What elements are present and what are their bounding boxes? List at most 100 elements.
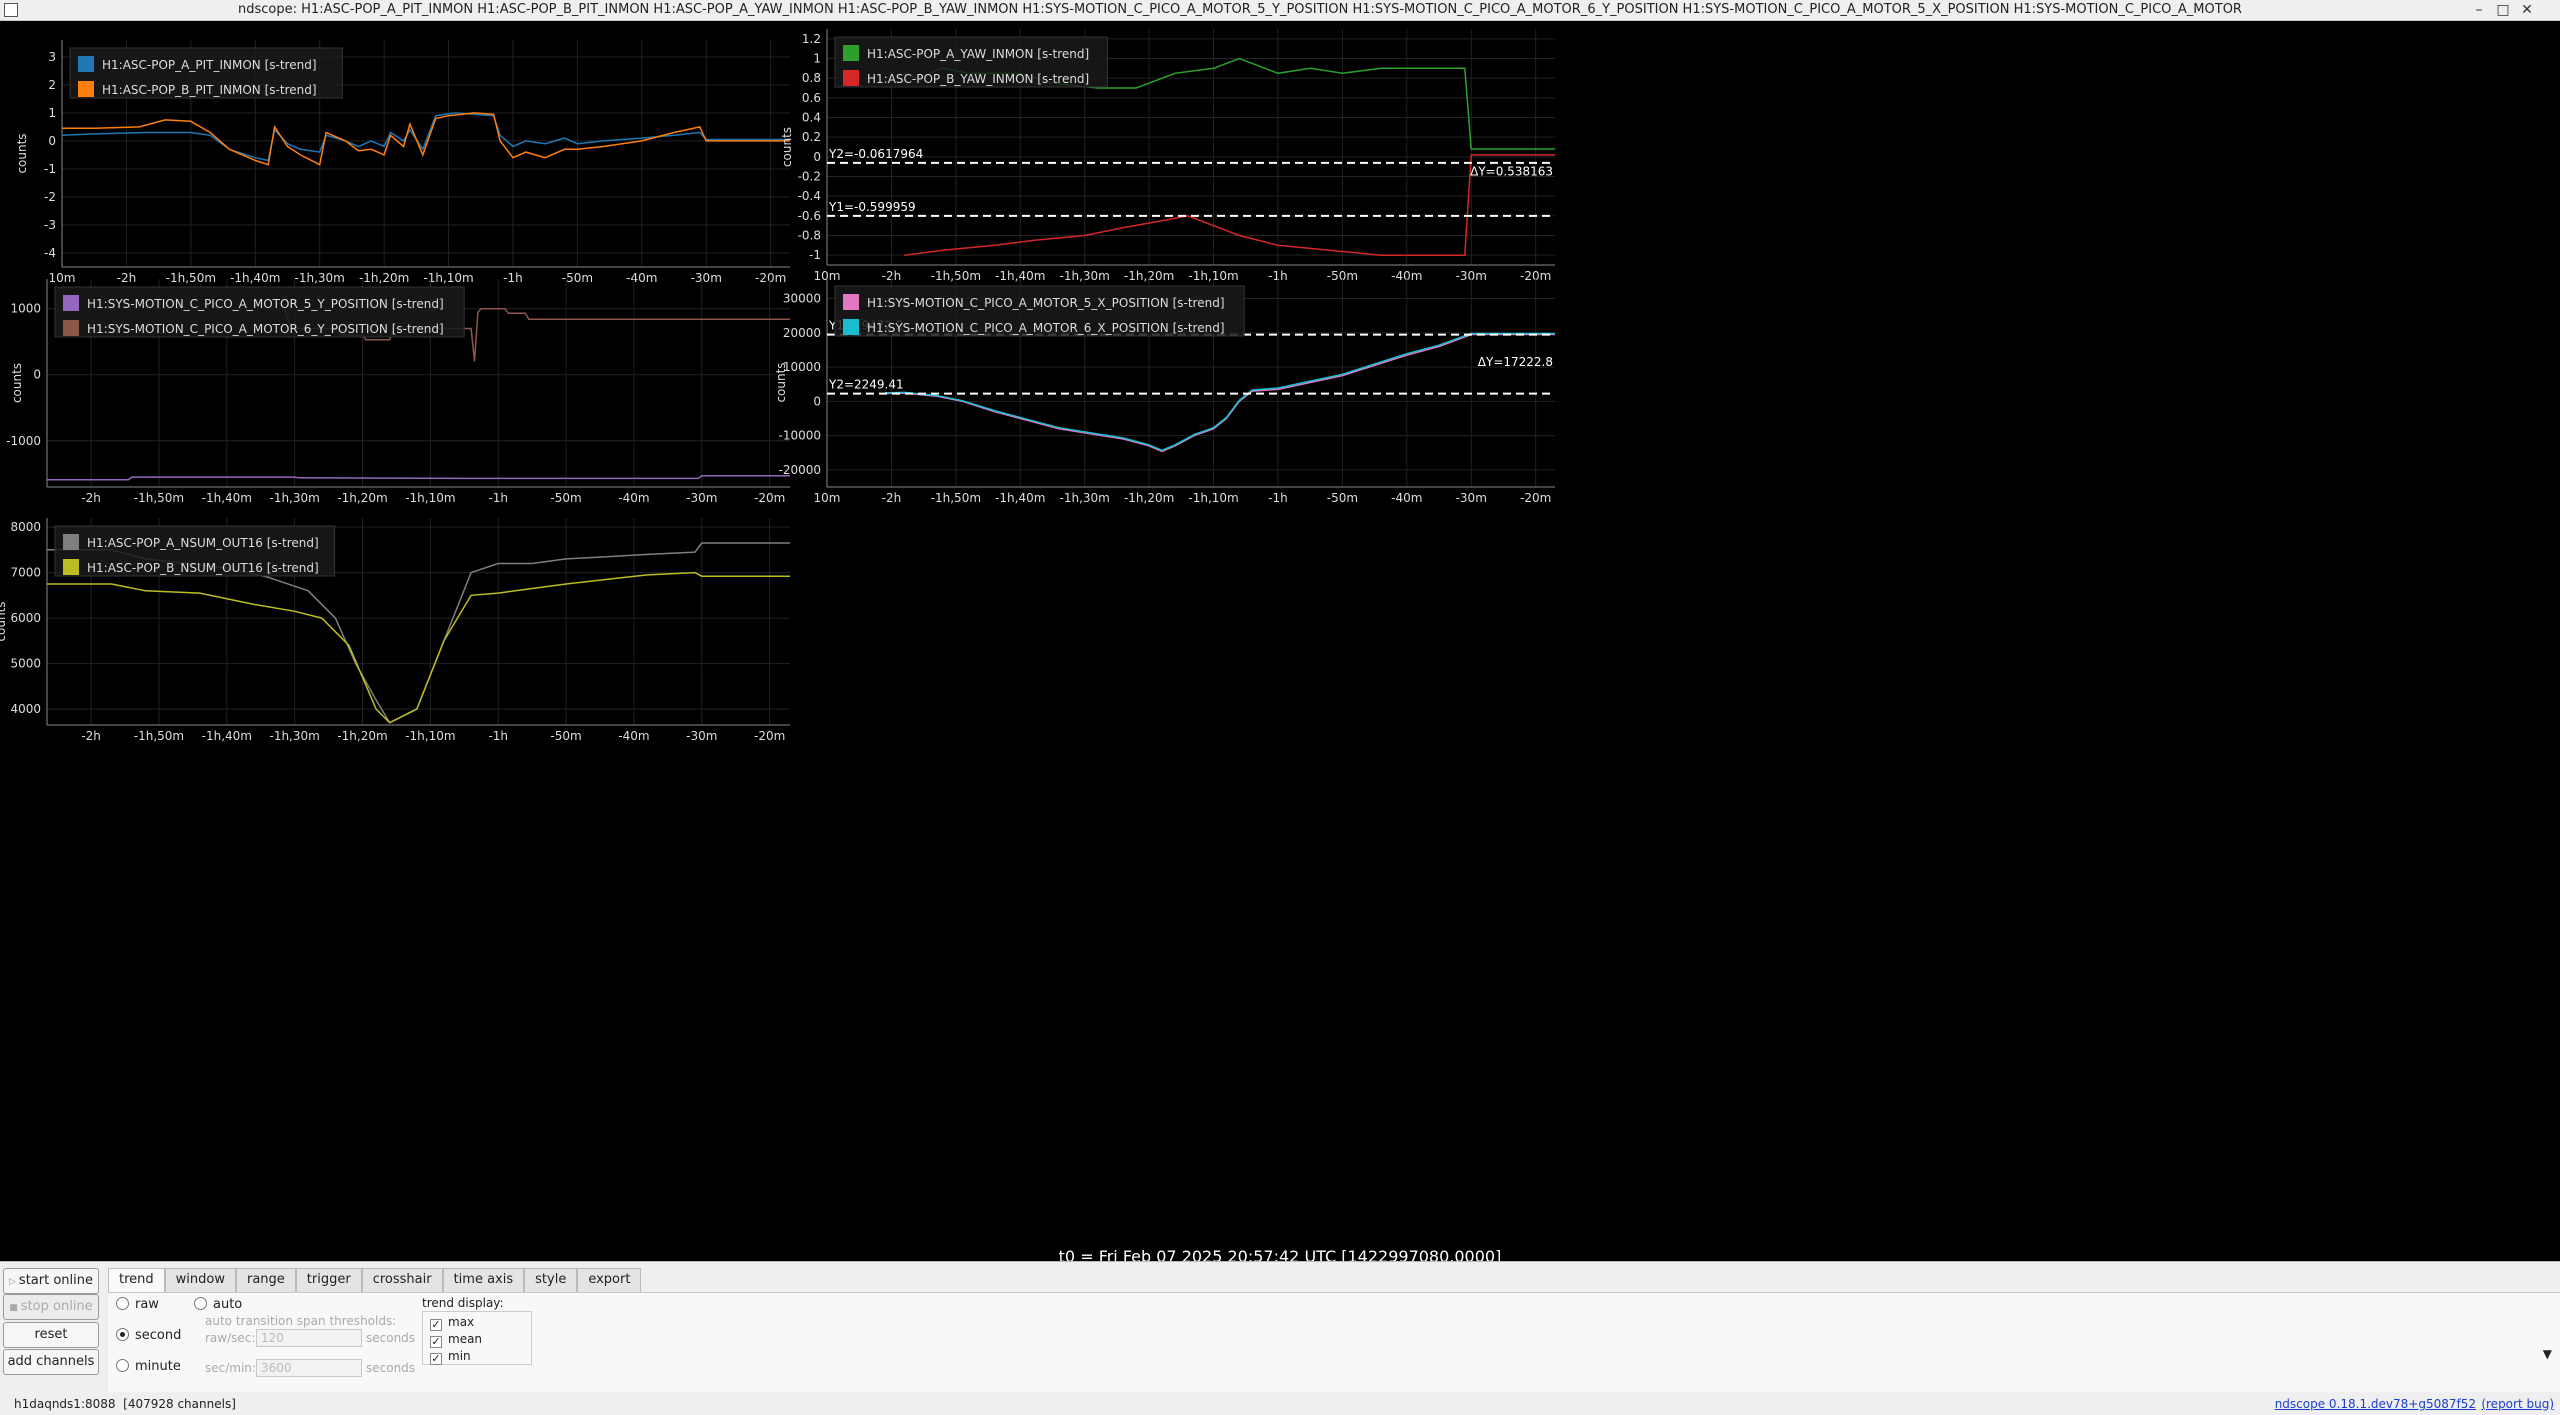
y-axis-label: counts	[780, 127, 794, 167]
plot-4: 30000 20000 10000 0 -10000 -20000 10m -2h -1h,50…	[774, 278, 1555, 505]
y-tick-label: -1000	[6, 434, 41, 448]
version-link[interactable]: ndscope 0.18.1.dev78+g5087f52	[2275, 1397, 2476, 1411]
x-tick-label: -40m	[618, 491, 649, 505]
y-tick-label: -0.8	[798, 229, 821, 243]
legend: H1:SYS-MOTION_C_PICO_A_MOTOR_5_Y_POSITIO…	[54, 286, 465, 338]
legend-swatch	[63, 559, 79, 575]
sec-min-label: sec/min:	[205, 1361, 256, 1375]
legend-entry: H1:ASC-POP_A_YAW_INMON [s-trend]	[867, 47, 1089, 61]
raw-sec-input[interactable]: 120	[256, 1329, 362, 1347]
x-tick-label: -30m	[686, 491, 717, 505]
y-tick-label: 2	[48, 78, 56, 92]
y-tick-label: -1	[809, 248, 821, 262]
plots-canvas[interactable]: 3210-1-2-3-410m -2h -1h,50m -1h,40m -1h,30m -…	[0, 21, 2560, 1261]
add-channels-button[interactable]: add channels	[3, 1349, 99, 1375]
legend-entry: H1:ASC-POP_A_NSUM_OUT16 [s-trend]	[87, 536, 319, 550]
series-line-1	[47, 475, 790, 481]
plot-area[interactable]: 3 2 1 0 -1 -2 -3 -4 10m -2h -1h,50m -1h,40m -1h,30m -…	[0, 21, 2560, 1266]
y-tick-label: 4000	[10, 702, 41, 716]
check-mean[interactable]: ✓ mean	[430, 1332, 482, 1348]
x-tick-label: -1h,30m	[1060, 491, 1110, 505]
x-tick-label: -1h,50m	[134, 729, 184, 743]
tab-style[interactable]: style	[524, 1268, 578, 1292]
x-tick-label: -50m	[550, 729, 581, 743]
legend-entry: H1:SYS-MOTION_C_PICO_A_MOTOR_6_X_POSITIO…	[867, 321, 1225, 335]
x-tick-label: -1h,10m	[423, 271, 473, 285]
check-min[interactable]: ✓ min	[430, 1349, 471, 1365]
stop-online-button[interactable]: ■ stop online	[3, 1294, 99, 1320]
cursor-label: Y2=-0.0617964	[828, 147, 923, 161]
tab-bar: trend window range trigger crosshair tim…	[108, 1268, 642, 1293]
series-line-2	[47, 571, 790, 724]
tab-range[interactable]: range	[235, 1268, 296, 1292]
y-tick-label: 3	[48, 50, 56, 64]
legend: H1:ASC-POP_A_YAW_INMON [s-trend] H1:ASC-P…	[834, 36, 1108, 88]
x-tick-label: -2h	[81, 491, 101, 505]
y-tick-label: -4	[44, 246, 56, 260]
y-tick-label: 1	[813, 52, 821, 66]
legend: H1:SYS-MOTION_C_PICO_A_MOTOR_5_X_POSITIO…	[834, 285, 1245, 337]
radio-minute[interactable]: minute	[116, 1359, 181, 1374]
x-tick-label: -40m	[1391, 491, 1422, 505]
legend-entry: H1:SYS-MOTION_C_PICO_A_MOTOR_5_Y_POSITIO…	[87, 297, 444, 311]
raw-sec-unit: seconds	[366, 1331, 416, 1345]
legend-entry: H1:ASC-POP_A_PIT_INMON [s-trend]	[102, 58, 317, 72]
stop-online-label: stop online	[20, 1299, 93, 1314]
series-line-2	[884, 332, 1555, 452]
check-min-label: min	[448, 1349, 471, 1363]
trend-display-label: trend display:	[422, 1296, 504, 1310]
x-tick-label: -1h	[1268, 491, 1288, 505]
radio-auto[interactable]: auto	[194, 1297, 242, 1312]
window-title: ndscope: H1:ASC-POP_A_PIT_INMON H1:ASC-P…	[238, 2, 2242, 17]
x-tick-label: -20m	[1520, 491, 1551, 505]
tab-crosshair[interactable]: crosshair	[361, 1268, 443, 1292]
x-tick-label: -1h,40m	[202, 491, 252, 505]
x-tick-label: -1h	[488, 729, 508, 743]
radio-second[interactable]: second	[116, 1328, 181, 1343]
x-tick-label: -1h,20m	[1124, 491, 1174, 505]
tab-time-axis[interactable]: time axis	[442, 1268, 525, 1292]
x-tick-label: 10m	[49, 271, 76, 285]
x-tick-label: -1h,40m	[995, 491, 1045, 505]
x-tick-label: -50m	[550, 491, 581, 505]
tab-trigger[interactable]: trigger	[295, 1268, 362, 1292]
y-tick-label: -2	[44, 190, 56, 204]
tab-window[interactable]: window	[164, 1268, 236, 1292]
y-tick-label: 0.8	[802, 71, 821, 85]
tab-trend[interactable]: trend	[108, 1268, 165, 1293]
x-tick-label: -30m	[1456, 491, 1487, 505]
trend-tab-pane: raw auto auto transition span thresholds…	[108, 1292, 2560, 1393]
sec-min-input[interactable]: 3600	[256, 1359, 362, 1377]
y-tick-label: 30000	[783, 292, 821, 306]
raw-sec-label: raw/sec:	[205, 1331, 256, 1345]
reset-button[interactable]: reset	[3, 1322, 99, 1348]
report-bug-link[interactable]: (report bug)	[2481, 1397, 2554, 1411]
check-max-box: ✓	[430, 1318, 442, 1331]
plot-2: 1.210.80.60.40.20-0.2-0.4-0.6-0.8-110m -2…	[780, 29, 1555, 283]
x-tick-label: -1h,50m	[134, 491, 184, 505]
x-tick-label: -1h,50m	[931, 491, 981, 505]
y-tick-label: 1000	[10, 302, 41, 316]
start-online-button[interactable]: ▷ start online	[3, 1268, 99, 1294]
check-mean-label: mean	[448, 1332, 483, 1346]
plot-1: 3210-1-2-3-410m -2h -1h,50m -1h,40m -1h,30m -…	[15, 40, 790, 285]
maximize-icon[interactable]: □	[2494, 1, 2512, 19]
legend-entry: H1:ASC-POP_B_YAW_INMON [s-trend]	[867, 72, 1089, 86]
tab-export[interactable]: export	[577, 1268, 642, 1292]
check-max[interactable]: ✓ max	[430, 1315, 474, 1331]
legend-swatch	[843, 294, 859, 310]
close-icon[interactable]: ✕	[2518, 1, 2536, 19]
legend-swatch	[63, 320, 79, 336]
collapse-icon[interactable]: ▼	[2543, 1347, 2552, 1361]
x-tick-label: -1h,50m	[166, 271, 216, 285]
cursor-label: Y1=-0.599959	[828, 200, 916, 214]
y-tick-label: 1	[48, 106, 56, 120]
legend-entry: H1:ASC-POP_B_NSUM_OUT16 [s-trend]	[87, 561, 319, 575]
start-online-label: start online	[18, 1273, 93, 1288]
legend-swatch	[63, 295, 79, 311]
x-tick-label: -1h	[488, 491, 508, 505]
y-tick-label: 6000	[10, 611, 41, 625]
legend-swatch	[78, 81, 94, 97]
minimize-icon[interactable]: –	[2470, 1, 2488, 19]
radio-raw[interactable]: raw	[116, 1297, 159, 1312]
